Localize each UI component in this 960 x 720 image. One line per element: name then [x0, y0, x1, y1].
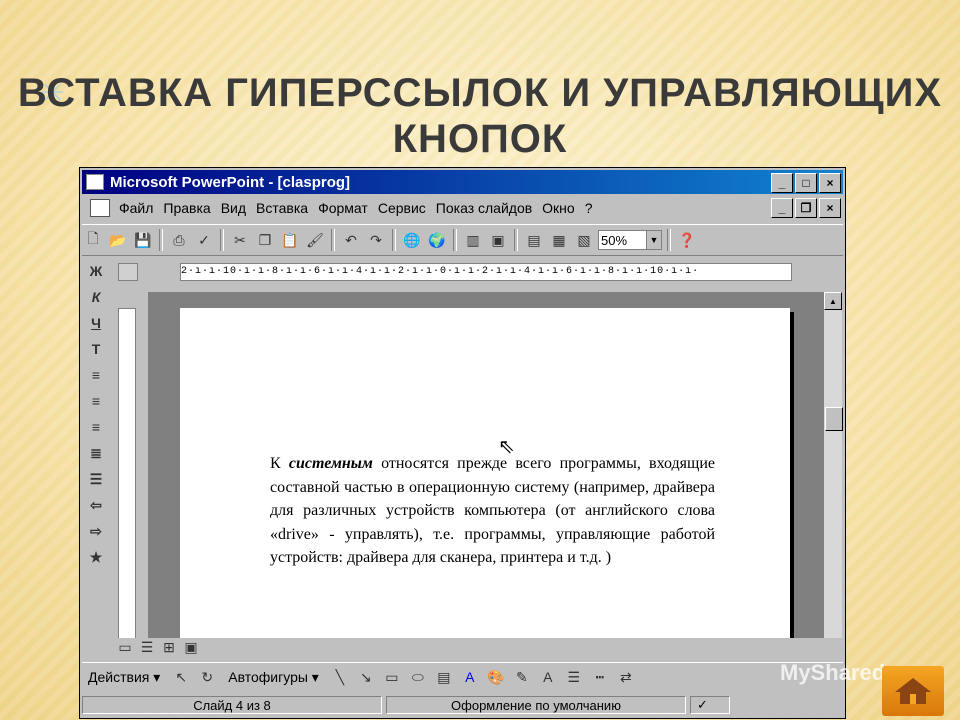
dash-style-icon[interactable]: ┅ — [589, 666, 611, 688]
formatting-side-toolbar: Ж К Ч Т ≡ ≡ ≡ ≣ ☰ ⇦ ⇨ ★ — [82, 260, 110, 670]
menu-insert[interactable]: Вставка — [251, 200, 313, 216]
oval-tool-icon[interactable]: ⬭ — [407, 666, 429, 688]
ruler-corner — [118, 263, 138, 281]
redo-icon[interactable]: ↷ — [365, 229, 387, 251]
design-name: Оформление по умолчанию — [386, 696, 686, 714]
paste-icon[interactable]: 📋 — [279, 229, 301, 251]
wordart-tool-icon[interactable]: A — [459, 666, 481, 688]
format-painter-icon[interactable]: 🖌 — [304, 229, 326, 251]
document-paragraph[interactable]: К системным относятся прежде всего прогр… — [270, 452, 715, 570]
doc-restore-button[interactable]: ❐ — [795, 198, 817, 218]
maximize-button[interactable]: □ — [795, 173, 817, 193]
arrow-tool-icon[interactable]: ↘ — [355, 666, 377, 688]
demote-icon[interactable]: ⇨ — [84, 520, 108, 542]
window-title: Microsoft PowerPoint - [clasprog] — [110, 173, 351, 191]
drawing-toolbar: Действия ▾ ↖ ↻ Автофигуры ▾ ╲ ↘ ▭ ⬭ ▤ A … — [82, 662, 843, 691]
menu-edit[interactable]: Правка — [158, 200, 215, 216]
spelling-status-icon: ✓ — [690, 696, 730, 714]
menu-help[interactable]: ? — [580, 200, 598, 216]
bullets-icon[interactable]: ☰ — [84, 468, 108, 490]
home-navigation-button[interactable] — [882, 666, 944, 716]
vertical-scrollbar[interactable]: ▲ — [824, 292, 843, 638]
slide-sorter-icon[interactable]: ⊞ — [158, 636, 180, 658]
select-pointer-icon[interactable]: ↖ — [170, 666, 192, 688]
menu-bar: Файл Правка Вид Вставка Формат Сервис По… — [82, 196, 843, 220]
minimize-button[interactable]: _ — [771, 173, 793, 193]
doc-close-button[interactable]: × — [819, 198, 841, 218]
normal-view-icon[interactable]: ▭ — [114, 636, 136, 658]
document-icon[interactable] — [90, 199, 110, 217]
scroll-thumb[interactable] — [825, 407, 843, 431]
help-icon[interactable]: ❓ — [676, 229, 698, 251]
view-buttons-bar: ▭ ☰ ⊞ ▣ — [114, 638, 842, 656]
home-icon — [895, 678, 931, 704]
autoshapes-menu[interactable]: Автофигуры ▾ — [222, 669, 325, 686]
animation-effects-icon[interactable]: ★ — [84, 546, 108, 568]
align-right-icon[interactable]: ≡ — [84, 416, 108, 438]
fill-color-icon[interactable]: 🎨 — [485, 666, 507, 688]
line-color-icon[interactable]: ✎ — [511, 666, 533, 688]
horizontal-ruler: 2·ı·ı·10·ı·ı·8·ı·ı·6·ı·ı·4·ı·ı·2·ı·ı·0·ı… — [180, 263, 792, 281]
italic-button[interactable]: К — [84, 286, 108, 308]
apply-design-icon[interactable]: ▧ — [573, 229, 595, 251]
outline-view-icon[interactable]: ☰ — [136, 636, 158, 658]
align-left-icon[interactable]: ≡ — [84, 364, 108, 386]
insert-hyperlink-icon[interactable]: 🌐 — [401, 229, 423, 251]
new-slide-icon[interactable]: ▤ — [523, 229, 545, 251]
arrow-style-icon[interactable]: ⇄ — [615, 666, 637, 688]
undo-icon[interactable]: ↶ — [340, 229, 362, 251]
powerpoint-app-icon — [86, 174, 104, 190]
draw-actions-menu[interactable]: Действия ▾ — [82, 669, 166, 686]
chevron-down-icon[interactable]: ▼ — [646, 231, 661, 249]
rectangle-tool-icon[interactable]: ▭ — [381, 666, 403, 688]
zoom-select[interactable]: 50% ▼ — [598, 230, 662, 250]
emphasized-word: системным — [288, 455, 373, 472]
web-toolbar-icon[interactable]: 🌍 — [426, 229, 448, 251]
doc-minimize-button[interactable]: _ — [771, 198, 793, 218]
align-center-icon[interactable]: ≡ — [84, 390, 108, 412]
line-tool-icon[interactable]: ╲ — [329, 666, 351, 688]
slide-layout-icon[interactable]: ▦ — [548, 229, 570, 251]
textbox-tool-icon[interactable]: ▤ — [433, 666, 455, 688]
promote-icon[interactable]: ⇦ — [84, 494, 108, 516]
standard-toolbar: 🗋 📂 💾 ⎙ ✓ ✂ ❐ 📋 🖌 ↶ ↷ 🌐 🌍 ▥ ▣ ▤ ▦ ▧ 50% … — [82, 224, 843, 256]
zoom-value: 50% — [601, 232, 628, 248]
save-icon[interactable]: 💾 — [132, 229, 154, 251]
vertical-ruler — [118, 308, 136, 640]
free-rotate-icon[interactable]: ↻ — [196, 666, 218, 688]
slideshow-icon[interactable]: ▣ — [180, 636, 202, 658]
new-document-icon[interactable]: 🗋 — [82, 229, 104, 251]
menu-file[interactable]: Файл — [114, 200, 158, 216]
watermark-text: MyShared — [780, 660, 886, 685]
print-icon[interactable]: ⎙ — [168, 229, 190, 251]
window-titlebar: Microsoft PowerPoint - [clasprog] _ □ × — [82, 170, 843, 194]
menu-format[interactable]: Формат — [313, 200, 373, 216]
status-bar: Слайд 4 из 8 Оформление по умолчанию ✓ — [82, 694, 843, 716]
cut-icon[interactable]: ✂ — [229, 229, 251, 251]
font-color-icon[interactable]: A — [537, 666, 559, 688]
menu-tools[interactable]: Сервис — [373, 200, 431, 216]
open-folder-icon[interactable]: 📂 — [107, 229, 129, 251]
mouse-cursor-icon: ⇖ — [498, 436, 515, 458]
spelling-icon[interactable]: ✓ — [193, 229, 215, 251]
powerpoint-window: Microsoft PowerPoint - [clasprog] _ □ × … — [79, 167, 846, 719]
slide-title: Вставка гиперссылок и управляющих кнопок — [17, 71, 943, 161]
insert-clipart-icon[interactable]: ▣ — [487, 229, 509, 251]
underline-button[interactable]: Ч — [84, 312, 108, 334]
menu-slideshow[interactable]: Показ слайдов — [431, 200, 537, 216]
insert-chart-icon[interactable]: ▥ — [462, 229, 484, 251]
justify-icon[interactable]: ≣ — [84, 442, 108, 464]
close-button[interactable]: × — [819, 173, 841, 193]
bold-button[interactable]: Ж — [84, 260, 108, 282]
copy-icon[interactable]: ❐ — [254, 229, 276, 251]
slide-counter: Слайд 4 из 8 — [82, 696, 382, 714]
scroll-up-icon[interactable]: ▲ — [824, 292, 842, 310]
menu-window[interactable]: Окно — [537, 200, 580, 216]
line-style-icon[interactable]: ☰ — [563, 666, 585, 688]
menu-view[interactable]: Вид — [216, 200, 251, 216]
shadow-button[interactable]: Т — [84, 338, 108, 360]
